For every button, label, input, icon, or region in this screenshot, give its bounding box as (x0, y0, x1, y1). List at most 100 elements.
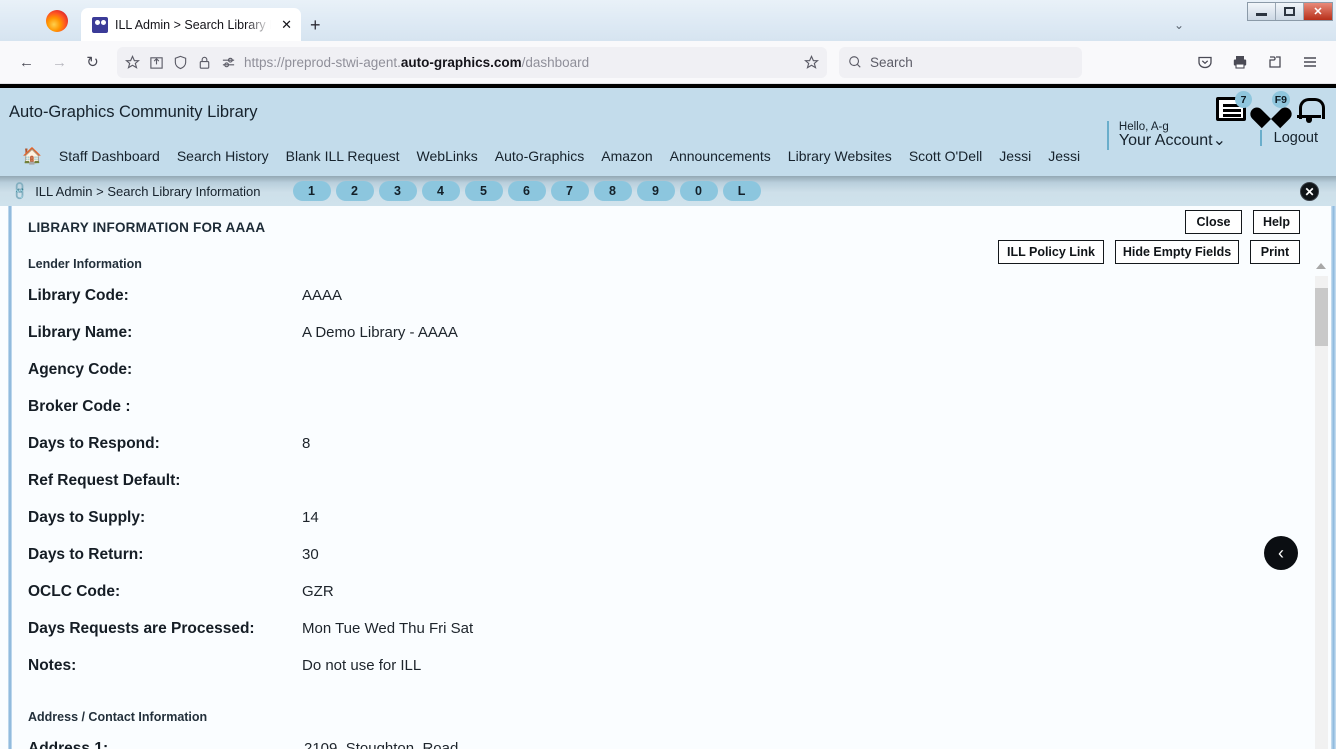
header-icon-row: 7 F9 (1216, 91, 1325, 123)
library-information-panel: LIBRARY INFORMATION FOR AAAA Close Help … (0, 206, 1336, 749)
field-row: Days Requests are Processed: Mon Tue Wed… (14, 610, 1306, 647)
page-button-0[interactable]: 0 (679, 181, 718, 201)
field-label: Days to Return: (28, 546, 144, 563)
field-row: Notes: Do not use for ILL (14, 647, 1306, 684)
browser-navbar: ← → ↻ https://preprod-stwi-agent.auto-gr… (0, 41, 1336, 84)
home-icon[interactable]: 🏠 (22, 146, 42, 166)
scrollbar-thumb[interactable] (1315, 288, 1328, 346)
nav-link-auto-graphics[interactable]: Auto-Graphics (495, 148, 584, 164)
pocket-icon[interactable] (1189, 47, 1220, 78)
back-icon[interactable]: ← (11, 47, 42, 78)
url-text[interactable]: https://preprod-stwi-agent.auto-graphics… (244, 55, 796, 70)
panel-action-row-1: Close Help (998, 210, 1300, 234)
field-label: Library Code: (28, 287, 129, 304)
browser-search-bar[interactable]: Search (839, 46, 1082, 78)
browser-titlebar: ILL Admin > Search Library Info ✕ + ⌄ ✕ (0, 0, 1336, 41)
nav-link-scott-odell[interactable]: Scott O'Dell (909, 148, 982, 164)
tab-title: ILL Admin > Search Library Info (115, 17, 271, 32)
section-label-address-contact-information: Address / Contact Information (28, 710, 208, 724)
page-button-8[interactable]: 8 (593, 181, 632, 201)
nav-link-blank-ill-request[interactable]: Blank ILL Request (286, 148, 400, 164)
page-button-6[interactable]: 6 (507, 181, 546, 201)
page-button-4[interactable]: 4 (421, 181, 460, 201)
field-row: OCLC Code: GZR (14, 573, 1306, 610)
chevron-down-icon: ⌄ (1212, 132, 1226, 150)
save-page-icon[interactable] (149, 55, 164, 70)
bookmark-star-icon[interactable] (125, 54, 140, 70)
field-label: Ref Request Default: (28, 472, 181, 489)
hide-empty-fields-button[interactable]: Hide Empty Fields (1115, 240, 1239, 264)
url-protocol: https://preprod-stwi-agent. (244, 54, 401, 70)
close-button[interactable]: Close (1185, 210, 1242, 234)
account-menu-button[interactable]: Your Account⌄ (1119, 132, 1226, 150)
shield-icon[interactable] (173, 55, 188, 70)
panel-scrollbar[interactable] (1315, 263, 1328, 749)
forward-icon[interactable]: → (44, 47, 75, 78)
tab-list-chevron-icon[interactable]: ⌄ (1174, 18, 1184, 32)
window-close-button[interactable]: ✕ (1304, 3, 1332, 20)
page-button-l[interactable]: L (722, 181, 761, 201)
app-header: Auto-Graphics Community Library All Head… (0, 88, 1336, 219)
requests-list-icon[interactable]: 7 (1216, 91, 1252, 121)
notifications-bell-icon[interactable] (1296, 96, 1325, 123)
field-row: Days to Return: 30 (14, 536, 1306, 573)
back-floating-button[interactable]: ‹ (1264, 536, 1298, 570)
breadcrumb-bar: 🔗 ILL Admin > Search Library Information… (0, 176, 1336, 206)
nav-link-jessi-2[interactable]: Jessi (1048, 148, 1080, 164)
print-icon[interactable] (1224, 47, 1255, 78)
field-row: Days to Respond: 8 (14, 425, 1306, 462)
scroll-up-arrow-icon[interactable] (1316, 263, 1326, 269)
nav-link-library-websites[interactable]: Library Websites (788, 148, 892, 164)
field-value: Do not use for ILL (302, 657, 422, 674)
extensions-icon[interactable] (1259, 47, 1290, 78)
nav-link-jessi-1[interactable]: Jessi (999, 148, 1031, 164)
help-button[interactable]: Help (1253, 210, 1300, 234)
nav-link-weblinks[interactable]: WebLinks (417, 148, 478, 164)
browser-tab[interactable]: ILL Admin > Search Library Info ✕ (81, 8, 301, 41)
print-button[interactable]: Print (1250, 240, 1300, 264)
bookmark-this-page-icon[interactable] (804, 54, 819, 70)
field-label: OCLC Code: (28, 583, 121, 600)
url-bar-left-icons (125, 54, 236, 70)
field-label: Notes: (28, 657, 77, 674)
app-menu-icon[interactable] (1294, 47, 1325, 78)
breadcrumb: ILL Admin > Search Library Information (35, 183, 261, 199)
nav-link-search-history[interactable]: Search History (177, 148, 269, 164)
tab-close-icon[interactable]: ✕ (278, 16, 295, 33)
account-block[interactable]: Hello, A-g Your Account⌄ (1106, 121, 1226, 150)
page-button-7[interactable]: 7 (550, 181, 589, 201)
navbar-right-icons (1189, 47, 1325, 78)
ill-policy-link-button[interactable]: ILL Policy Link (998, 240, 1104, 264)
page-button-3[interactable]: 3 (378, 181, 417, 201)
tab-favicon-icon (92, 16, 108, 33)
field-label: Address 1: (28, 740, 109, 749)
reload-icon[interactable]: ↻ (77, 47, 108, 78)
favorites-badge: F9 (1271, 91, 1290, 108)
nav-link-amazon[interactable]: Amazon (601, 148, 652, 164)
field-value: 14 (302, 509, 319, 526)
favorites-heart-icon[interactable]: F9 (1258, 91, 1290, 121)
window-maximize-button[interactable] (1276, 3, 1304, 20)
field-label: Days to Respond: (28, 435, 160, 452)
close-icon[interactable]: ✕ (1300, 182, 1319, 201)
nav-link-staff-dashboard[interactable]: Staff Dashboard (59, 148, 160, 164)
nav-link-announcements[interactable]: Announcements (670, 148, 771, 164)
lock-icon[interactable] (197, 55, 212, 70)
new-tab-button[interactable]: + (310, 16, 321, 34)
site-permissions-icon[interactable] (221, 55, 236, 70)
field-label: Days Requests are Processed: (28, 620, 255, 637)
search-icon (849, 56, 861, 68)
page-button-9[interactable]: 9 (636, 181, 675, 201)
page-button-5[interactable]: 5 (464, 181, 503, 201)
logout-button[interactable]: Logout (1259, 130, 1318, 146)
page-button-1[interactable]: 1 (292, 181, 331, 201)
page-button-2[interactable]: 2 (335, 181, 374, 201)
field-value: Mon Tue Wed Thu Fri Sat (302, 620, 474, 637)
url-bar[interactable]: https://preprod-stwi-agent.auto-graphics… (117, 46, 827, 78)
field-value: 8 (302, 435, 311, 452)
field-row: Broker Code : (14, 388, 1306, 425)
panel-content: LIBRARY INFORMATION FOR AAAA Close Help … (14, 206, 1306, 749)
field-row: Days to Supply: 14 (14, 499, 1306, 536)
window-minimize-button[interactable] (1248, 3, 1276, 20)
